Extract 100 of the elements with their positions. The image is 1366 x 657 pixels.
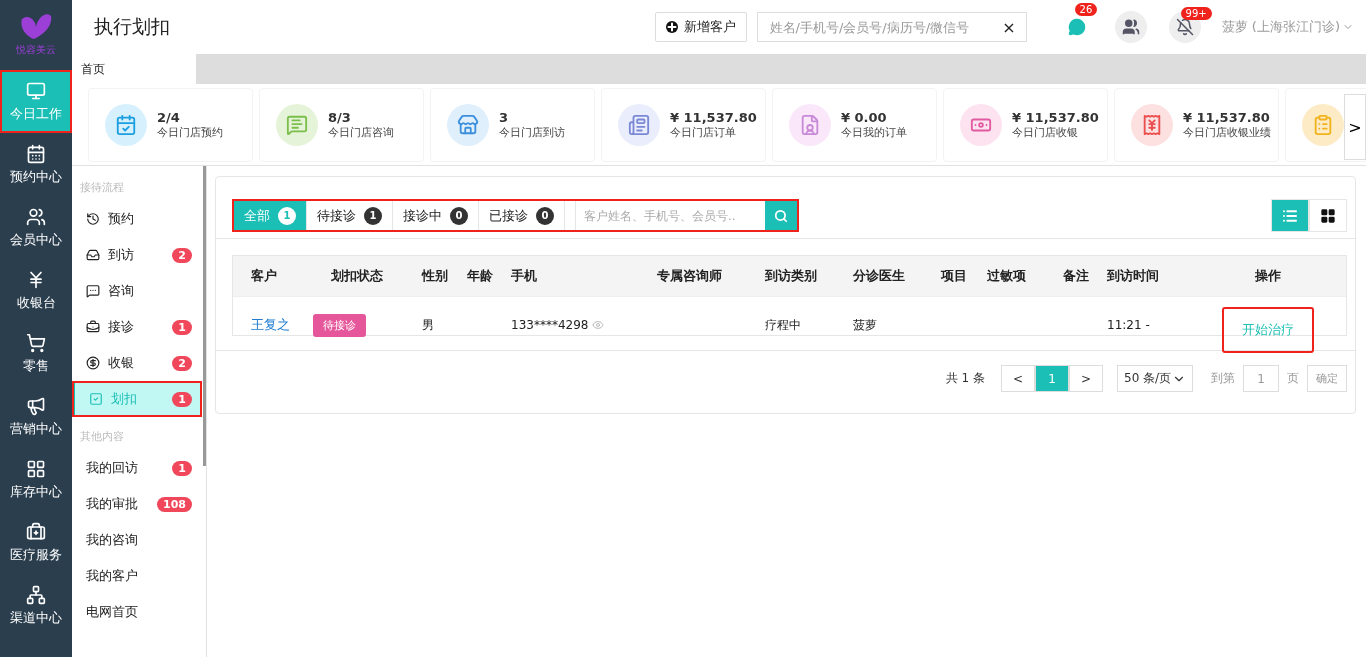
nav-item[interactable]: 零售	[0, 322, 72, 385]
side-menu-item[interactable]: 电网首页	[72, 594, 202, 630]
stat-value: ¥ 11,537.80	[670, 109, 757, 125]
medical-kit-icon	[26, 521, 46, 542]
side-menu-item[interactable]: 到访 2	[72, 237, 202, 273]
stat-value: 2/4	[157, 109, 181, 125]
column-header: 到访类别	[764, 267, 818, 285]
stat-value: ¥ 11,537.80	[1183, 109, 1271, 125]
count-badge: 1	[172, 460, 192, 476]
stat-label: 今日门店订单	[670, 124, 737, 140]
stat-label: 今日我的订单	[841, 124, 907, 140]
side-menu-item[interactable]: 我的审批 108	[72, 486, 202, 522]
count-badge: 2	[172, 355, 192, 371]
table-cell-text: 男	[421, 316, 435, 334]
count-badge: 1	[172, 391, 192, 407]
calendar-icon	[115, 113, 137, 136]
column-header: 手机	[510, 267, 538, 285]
nav-item[interactable]: 预约中心	[0, 133, 72, 196]
stat-value: ¥ 11,537.80	[1012, 109, 1099, 125]
next-page-button[interactable]: >	[1069, 365, 1103, 392]
customer-link[interactable]: 王复之	[233, 316, 313, 334]
people-icon	[26, 206, 46, 227]
column-header: 划扣状态	[330, 267, 384, 285]
column-header: 备注	[1062, 267, 1089, 285]
plus-icon	[665, 21, 678, 33]
nav-item[interactable]: 营销中心	[0, 385, 72, 448]
side-menu-item[interactable]: 我的回访 1	[72, 450, 202, 486]
column-header: 客户	[250, 267, 278, 285]
side-menu-item[interactable]: 接诊 1	[72, 309, 202, 345]
column-header: 项目	[939, 267, 968, 285]
page-unit: 页	[1287, 370, 1299, 387]
list-icon	[1282, 207, 1298, 224]
stat-label: 今日门店咨询	[328, 124, 394, 140]
grid-icon	[26, 458, 46, 479]
side-menu-item[interactable]: 咨询	[72, 273, 202, 309]
stat-value: 3	[499, 109, 510, 125]
next-button[interactable]: >	[1344, 94, 1366, 160]
nav-item[interactable]: 医疗服务	[0, 511, 72, 574]
nav-item[interactable]: 库存中心	[0, 448, 72, 511]
side-menu-item[interactable]: 我的咨询	[72, 522, 202, 558]
column-header: 年龄	[466, 267, 493, 285]
status-tag: 待接诊	[313, 313, 366, 337]
side-menu-item[interactable]: 划扣 1	[72, 381, 202, 417]
column-header: 分诊医生	[852, 267, 906, 285]
grid-icon	[1320, 207, 1336, 224]
message-icon	[86, 284, 100, 298]
checkbox-icon	[89, 392, 103, 406]
column-header: 专属咨询师	[656, 267, 723, 285]
page-title: 执行划扣	[94, 14, 171, 39]
count-badge: 1	[172, 319, 192, 335]
hierarchy-icon	[26, 584, 46, 605]
briefcase-icon	[86, 320, 100, 334]
muted-bell-icon	[1175, 18, 1194, 36]
cart-icon	[26, 332, 46, 353]
store-icon	[457, 113, 479, 136]
total-count: 共 1 条	[945, 370, 985, 387]
count-badge: 99+	[1180, 6, 1212, 20]
people-icon	[1121, 18, 1140, 36]
nav-item[interactable]: 会员中心	[0, 196, 72, 259]
logo-icon	[19, 13, 53, 41]
search-button[interactable]	[765, 201, 797, 230]
table-cell: 133****4298	[493, 318, 639, 332]
column-header: 操作	[1253, 267, 1282, 285]
clear-button[interactable]: ×	[1002, 17, 1016, 37]
table-cell-text: 疗程中	[764, 316, 802, 334]
count-badge: 26	[1074, 3, 1098, 16]
calendar-icon	[26, 143, 46, 164]
table-cell-text: 11:21 -	[1106, 318, 1151, 332]
column-header: 过敏项	[986, 267, 1027, 285]
side-menu-item[interactable]: 我的客户	[72, 558, 202, 594]
side-menu-item[interactable]: 预约	[72, 201, 202, 237]
grid-view-button[interactable]	[1309, 199, 1347, 232]
logo-text: 悦容美云	[16, 43, 56, 57]
stat-value: ¥ 0.00	[841, 109, 888, 125]
search-field[interactable]: 姓名/手机号/会员号/病历号/微信号 ×	[756, 12, 1027, 42]
nav-item[interactable]: 渠道中心	[0, 574, 72, 637]
megaphone-icon	[26, 395, 46, 416]
stat-label: 今日门店收银	[1012, 124, 1079, 140]
page-tab[interactable]: 首页	[72, 54, 196, 84]
scrollbar[interactable]	[203, 166, 206, 466]
group-button[interactable]	[1114, 11, 1147, 43]
page-size-select[interactable]: 50 条/页	[1117, 365, 1193, 392]
column-header: 到访时间	[1106, 267, 1160, 285]
prev-page-button[interactable]: <	[1001, 365, 1035, 392]
chat-icon	[286, 113, 308, 136]
eye-icon[interactable]	[592, 319, 605, 331]
column-header: 性别	[420, 267, 449, 285]
clipboard-icon	[1312, 113, 1334, 136]
goto-label: 到第	[1211, 370, 1235, 387]
receipt-icon	[1141, 113, 1163, 136]
clock-icon	[86, 212, 100, 226]
side-menu-item[interactable]: 收银 2	[72, 345, 202, 381]
stat-label: 今日门店预约	[157, 124, 223, 140]
count-badge: 2	[172, 247, 192, 263]
add-customer-button[interactable]: 新增客户	[654, 12, 747, 42]
chat-icon[interactable]	[1067, 18, 1086, 36]
nav-item[interactable]: 收银台	[0, 259, 72, 322]
stat-label: 今日门店到访	[499, 124, 565, 140]
newspaper-icon	[628, 113, 650, 136]
document-icon	[799, 113, 821, 136]
